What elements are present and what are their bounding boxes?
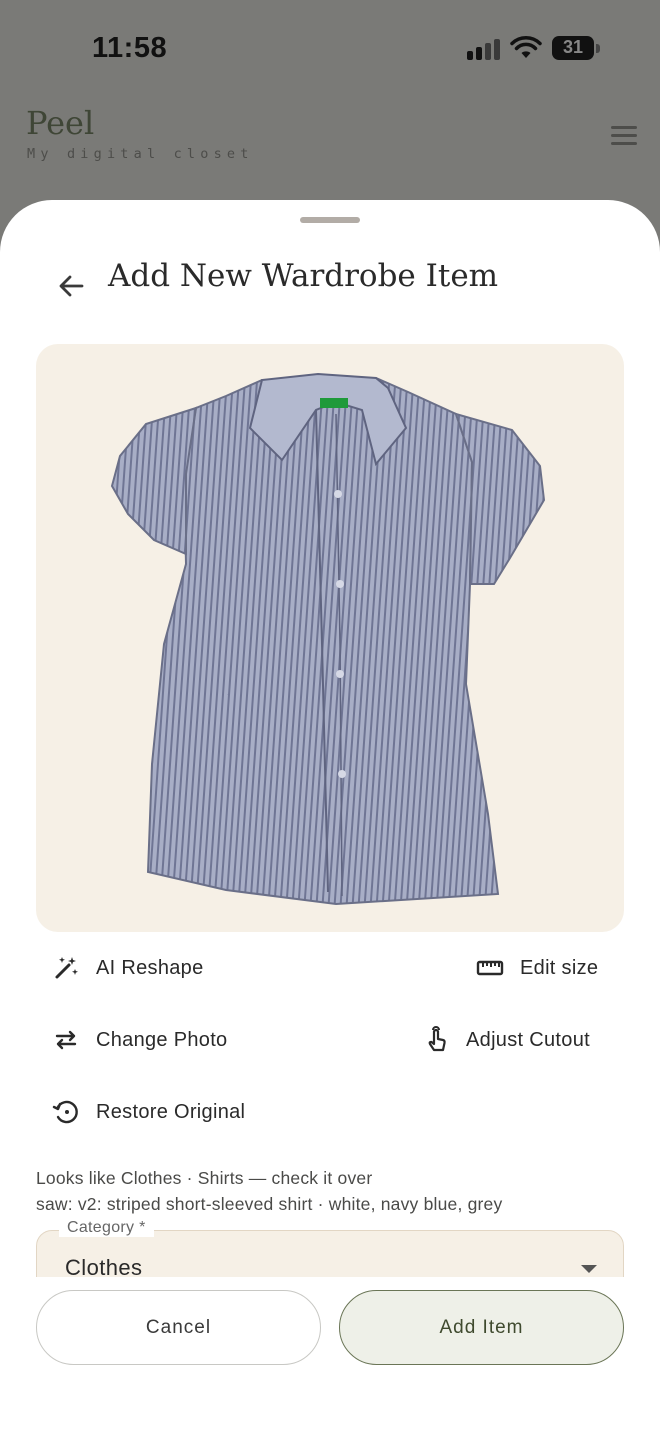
touch-hand-icon <box>422 1026 450 1054</box>
magic-wand-icon <box>52 954 80 982</box>
cellular-signal-icon <box>467 38 503 60</box>
ai-reshape-label: AI Reshape <box>96 956 204 979</box>
sheet-footer: Cancel Add Item <box>0 1277 660 1434</box>
restore-original-label: Restore Original <box>96 1100 246 1123</box>
adjust-cutout-label: Adjust Cutout <box>466 1028 590 1051</box>
ruler-icon <box>476 954 504 982</box>
category-label: Category * <box>59 1219 154 1237</box>
add-item-sheet: Add New Wardrobe Item AI Reshape Edit si… <box>0 200 660 1434</box>
battery-tip <box>596 44 600 53</box>
cancel-button[interactable]: Cancel <box>36 1290 321 1365</box>
arrow-left-icon[interactable] <box>52 266 92 306</box>
change-photo-button[interactable]: Change Photo <box>52 1020 227 1060</box>
app-tagline: My digital closet <box>27 146 254 162</box>
swap-arrows-icon <box>52 1026 80 1054</box>
history-restore-icon <box>52 1098 80 1126</box>
wifi-icon <box>510 36 542 58</box>
sheet-drag-handle[interactable] <box>300 217 360 223</box>
add-item-button[interactable]: Add Item <box>339 1290 624 1365</box>
detection-detail: saw: v2: striped short-sleeved shirt · w… <box>36 1194 503 1214</box>
edit-size-button[interactable]: Edit size <box>476 948 598 988</box>
battery-icon: 31 <box>552 36 594 60</box>
ai-reshape-button[interactable]: AI Reshape <box>52 948 204 988</box>
edit-size-label: Edit size <box>520 956 599 979</box>
restore-original-button[interactable]: Restore Original <box>52 1092 245 1132</box>
detection-hint: Looks like Clothes · Shirts — check it o… <box>36 1168 373 1188</box>
status-bar: 11:58 31 <box>0 0 660 96</box>
app-brand: Peel <box>26 104 95 142</box>
battery-level: 31 <box>562 37 584 57</box>
adjust-cutout-button[interactable]: Adjust Cutout <box>422 1020 590 1060</box>
change-photo-label: Change Photo <box>96 1028 228 1051</box>
status-time: 11:58 <box>92 32 168 64</box>
sheet-title: Add New Wardrobe Item <box>108 258 499 294</box>
hamburger-menu-icon[interactable] <box>611 126 637 146</box>
item-photo[interactable] <box>36 344 624 932</box>
shirt-image <box>110 372 546 906</box>
chevron-down-icon <box>581 1265 597 1273</box>
